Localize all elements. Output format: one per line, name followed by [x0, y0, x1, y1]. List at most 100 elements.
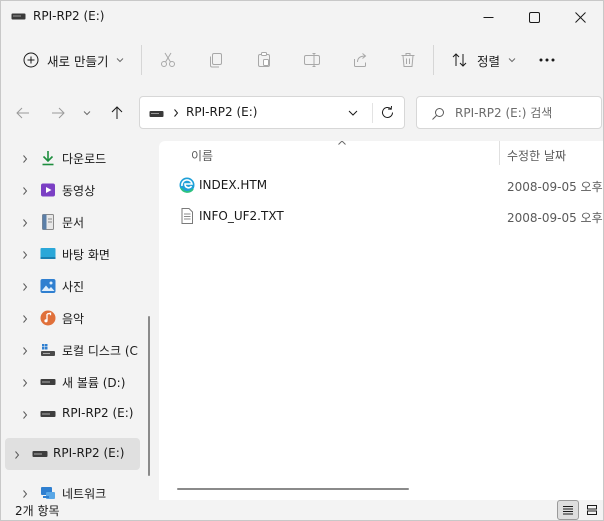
music-icon: [39, 309, 57, 327]
navigation-pane: 다운로드 동영상 문서 바탕 화면 사진 음악 로컬 디스크 (C 새 볼륨 (…: [1, 141, 157, 502]
paste-button[interactable]: [251, 47, 277, 73]
chevron-right-icon[interactable]: [21, 410, 29, 420]
chevron-right-icon[interactable]: [21, 378, 29, 388]
search-icon: [432, 108, 444, 120]
item-count: 2개 항목: [15, 504, 60, 518]
horizontal-scrollbar[interactable]: [177, 488, 409, 490]
maximize-icon: [528, 11, 540, 23]
cut-button[interactable]: [155, 47, 181, 73]
sort-arrows-icon: [452, 53, 467, 67]
trash-icon: [401, 53, 415, 67]
video-icon: [39, 181, 57, 199]
window-title: RPI-RP2 (E:): [33, 9, 105, 23]
chevron-right-icon[interactable]: [21, 346, 29, 356]
column-header-name[interactable]: 이름: [191, 147, 213, 164]
sidebar-item-desktop[interactable]: 바탕 화면: [5, 240, 141, 268]
chevron-right-icon[interactable]: [21, 186, 29, 196]
refresh-icon[interactable]: [380, 105, 395, 120]
arrow-right-icon: [52, 107, 65, 119]
minimize-button[interactable]: [465, 1, 511, 33]
title-bar[interactable]: RPI-RP2 (E:): [1, 1, 603, 33]
sidebar-item-local-disk[interactable]: 로컬 디스크 (C: [5, 336, 141, 364]
sidebar-item-label: 음악: [62, 312, 85, 326]
address-path[interactable]: RPI-RP2 (E:): [186, 105, 257, 119]
chevron-down-icon: [83, 111, 91, 116]
search-box[interactable]: [416, 96, 602, 129]
sidebar-scrollbar[interactable]: [148, 316, 150, 476]
column-divider[interactable]: [499, 141, 500, 165]
delete-button[interactable]: [395, 47, 421, 73]
details-view-icon: [563, 506, 573, 515]
drive-icon: [31, 445, 49, 463]
sort-button[interactable]: 정렬: [445, 45, 522, 75]
address-divider: [372, 103, 373, 123]
command-bar: 새로 만들기 정렬: [1, 35, 603, 85]
chevron-down-icon: [117, 58, 124, 63]
tiles-view-button[interactable]: [581, 500, 603, 520]
sidebar-item-downloads[interactable]: 다운로드: [5, 144, 141, 172]
chevron-right-icon[interactable]: [13, 450, 21, 460]
file-explorer-window: RPI-RP2 (E:) 새로 만들기 정렬 RPI-RP2 (E:) RPI-…: [0, 0, 604, 521]
maximize-button[interactable]: [511, 1, 557, 33]
arrow-up-icon: [111, 106, 123, 119]
share-button[interactable]: [347, 47, 373, 73]
sidebar-item-volume-d[interactable]: 새 볼륨 (D:): [5, 368, 141, 396]
file-row-info-uf2-txt[interactable]: INFO_UF2.TXT 2008-09-05 오후: [171, 202, 603, 230]
sidebar-item-label: 다운로드: [62, 152, 107, 166]
chevron-right-icon[interactable]: [21, 250, 29, 260]
copy-button[interactable]: [203, 47, 229, 73]
search-input[interactable]: [455, 103, 595, 123]
chevron-right-icon[interactable]: [21, 218, 29, 228]
drive-icon: [11, 13, 26, 20]
sidebar-item-label: RPI-RP2 (E:): [62, 406, 134, 420]
details-view-button[interactable]: [557, 500, 579, 520]
drive-icon: [39, 373, 57, 391]
chevron-right-icon[interactable]: [21, 314, 29, 324]
file-date: 2008-09-05 오후: [507, 180, 603, 194]
document-icon: [39, 213, 57, 231]
file-name: INDEX.HTM: [199, 178, 268, 192]
edge-html-icon: [179, 177, 195, 193]
back-button[interactable]: [11, 101, 35, 125]
more-options-button[interactable]: [531, 47, 563, 73]
sidebar-item-label: 로컬 디스크 (C: [62, 344, 138, 358]
sidebar-item-label: 문서: [62, 216, 85, 230]
download-icon: [39, 149, 57, 167]
close-button[interactable]: [557, 1, 603, 33]
arrow-left-icon: [16, 107, 29, 119]
toolbar-divider: [433, 45, 434, 75]
chevron-down-icon[interactable]: [347, 107, 359, 119]
sidebar-item-music[interactable]: 음악: [5, 304, 141, 332]
file-date: 2008-09-05 오후: [507, 211, 603, 225]
recent-locations-button[interactable]: [77, 101, 97, 125]
minimize-icon: [483, 16, 493, 18]
sidebar-item-pictures[interactable]: 사진: [5, 272, 141, 300]
address-bar[interactable]: RPI-RP2 (E:): [139, 96, 405, 129]
new-button[interactable]: 새로 만들기: [15, 45, 132, 75]
sidebar-item-rpi-rp2[interactable]: RPI-RP2 (E:): [5, 400, 141, 428]
forward-button[interactable]: [46, 101, 70, 125]
sidebar-item-videos[interactable]: 동영상: [5, 176, 141, 204]
chevron-right-icon[interactable]: [21, 282, 29, 292]
desktop-icon: [39, 245, 57, 263]
drive-icon: [39, 405, 57, 423]
up-button[interactable]: [105, 101, 129, 125]
sidebar-item-rpi-rp2-selected[interactable]: RPI-RP2 (E:): [5, 438, 140, 470]
new-button-label: 새로 만들기: [47, 53, 109, 69]
column-header-date[interactable]: 수정한 날짜: [507, 147, 566, 164]
copy-icon: [210, 53, 222, 68]
sidebar-item-documents[interactable]: 문서: [5, 208, 141, 236]
text-file-icon: [181, 208, 193, 224]
rename-button[interactable]: [299, 47, 325, 73]
rename-icon: [304, 53, 320, 67]
chevron-down-icon: [508, 58, 516, 63]
sidebar-item-label: 새 볼륨 (D:): [62, 376, 126, 390]
scissors-icon: [161, 52, 175, 67]
sidebar-item-network[interactable]: 네트워크: [5, 479, 141, 502]
ellipsis-icon: [539, 58, 555, 62]
chevron-right-icon[interactable]: [21, 489, 29, 499]
plus-circle-icon: [23, 52, 39, 68]
file-row-index-htm[interactable]: INDEX.HTM 2008-09-05 오후: [171, 171, 603, 199]
close-icon: [574, 11, 586, 23]
chevron-right-icon[interactable]: [21, 154, 29, 164]
